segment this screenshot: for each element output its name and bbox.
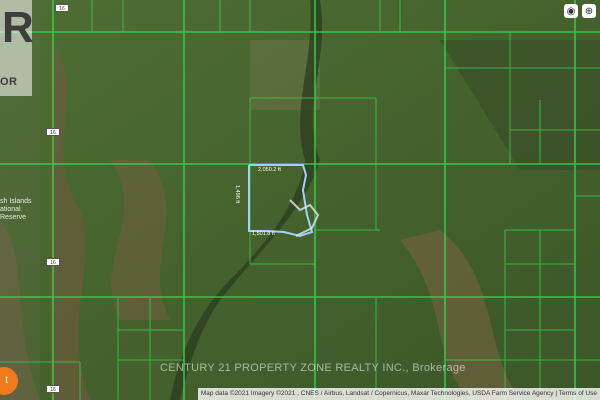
parcel-length-left: 1,496 ft xyxy=(234,185,240,204)
map-controls: ◉ ⊕ xyxy=(564,4,596,18)
highway-shield-icon: 16 xyxy=(46,128,60,136)
logo-letter: R xyxy=(2,3,34,52)
parcel-length-bottom: 1,501.8 ft xyxy=(252,231,275,237)
satellite-map[interactable] xyxy=(0,0,600,400)
logo-sub: OR xyxy=(0,76,18,88)
highway-shield-icon: 16 xyxy=(46,258,60,266)
brokerage-watermark: CENTURY 21 PROPERTY ZONE REALTY INC., Br… xyxy=(160,362,466,374)
map-layers-icon[interactable]: ◉ xyxy=(564,4,578,18)
map-attribution[interactable]: Map data ©2021 Imagery ©2021 , CNES / Ai… xyxy=(197,388,600,400)
globe-icon[interactable]: ⊕ xyxy=(582,4,596,18)
reserve-label: sh Islands ational Reserve xyxy=(0,198,32,221)
highway-shield-icon: 16 xyxy=(46,385,60,393)
brand-logo: R OR xyxy=(0,0,34,96)
parcel-length-top: 2,050.2 ft xyxy=(258,167,281,173)
highway-shield-icon: 16 xyxy=(55,4,69,12)
